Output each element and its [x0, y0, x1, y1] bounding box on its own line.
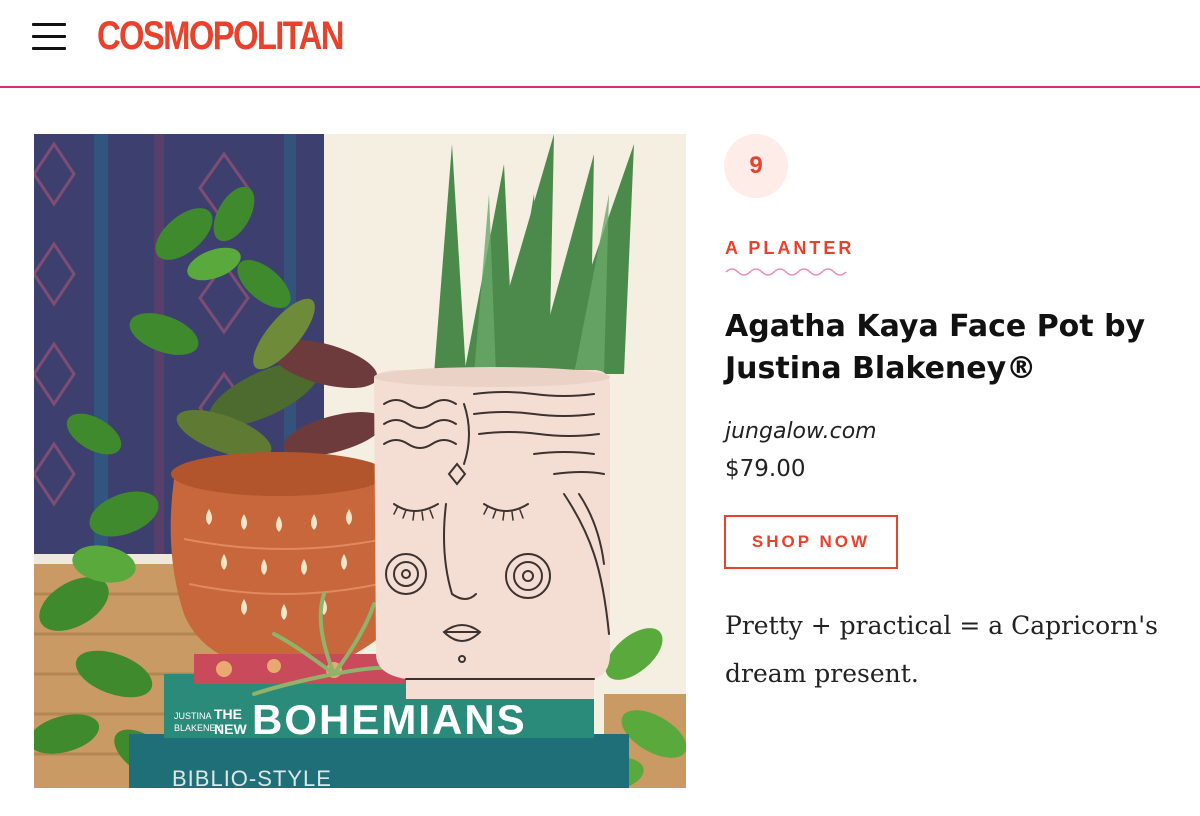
- product-blurb: Pretty + practical = a Capricorn's dream…: [725, 611, 1158, 688]
- retailer-link[interactable]: jungalow.com: [725, 419, 877, 444]
- squiggle-divider-icon: [725, 268, 847, 276]
- shop-now-button[interactable]: SHOP NOW: [724, 515, 898, 569]
- site-logo[interactable]: COSMOPOLITAN: [97, 14, 344, 59]
- product-image[interactable]: THE NEW BOHEMIANS JUSTINA BLAKENEY BIBLI…: [34, 134, 686, 788]
- planter-photo: THE NEW BOHEMIANS JUSTINA BLAKENEY BIBLI…: [34, 134, 686, 788]
- book-author-bottom: BLAKENEY: [174, 723, 222, 733]
- product-price: $79.00: [725, 456, 806, 482]
- book-title-text: BOHEMIANS: [252, 696, 527, 743]
- product-title: Agatha Kaya Face Pot by Justina Blakeney…: [725, 309, 1146, 386]
- menu-bar: [32, 23, 66, 26]
- book-author-top: JUSTINA: [174, 711, 212, 721]
- menu-bar: [32, 35, 66, 38]
- site-header: COSMOPOLITAN: [0, 0, 1200, 88]
- book2-title-text: BIBLIO-STYLE: [172, 766, 332, 788]
- book-title-prefix-top: THE: [214, 706, 242, 722]
- hamburger-menu-icon[interactable]: [30, 20, 68, 54]
- product-category: A PLANTER: [725, 238, 855, 258]
- item-number-badge: 9: [724, 134, 788, 198]
- menu-bar: [32, 47, 66, 50]
